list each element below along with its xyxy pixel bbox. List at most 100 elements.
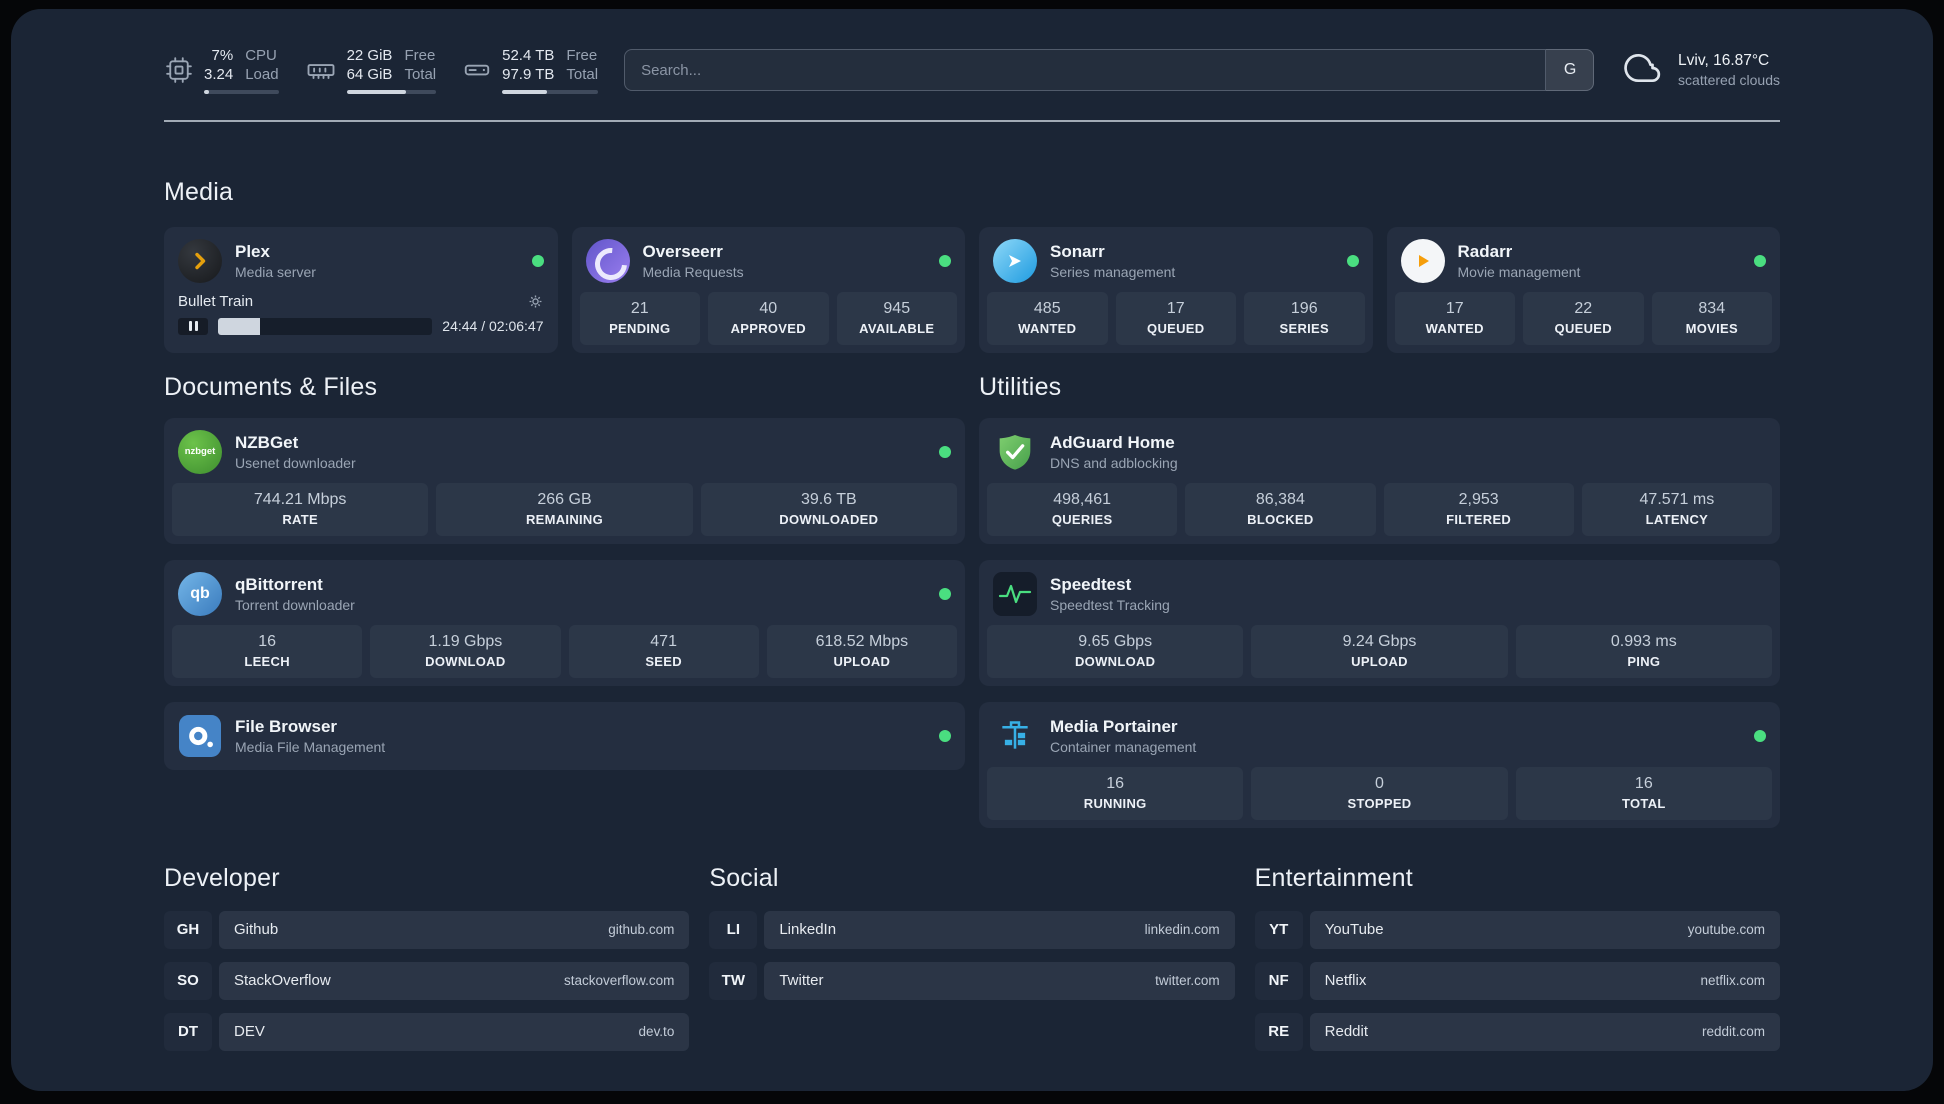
stat-tile: 0.993 ms PING	[1515, 624, 1772, 678]
filebrowser-icon	[178, 714, 222, 758]
stat-label: UPLOAD	[1351, 653, 1408, 669]
bookmark-abbr: NF	[1254, 961, 1303, 1000]
qbittorrent-card-header[interactable]: qb qBittorrent Torrent downloader	[172, 568, 957, 625]
service-card-overseerr: Overseerr Media Requests 21 PENDING 40 A…	[571, 226, 965, 353]
stat-value: 744.21 Mbps	[253, 490, 347, 508]
bookmark-twitter[interactable]: TW Twitter twitter.com	[709, 961, 1235, 1000]
gear-icon[interactable]	[527, 293, 544, 310]
stat-tile: 1.19 Gbps DOWNLOAD	[370, 624, 561, 678]
stat-tile: 40 APPROVED	[708, 291, 829, 345]
bookmark-stackoverflow[interactable]: SO StackOverflow stackoverflow.com	[164, 961, 690, 1000]
nzbget-card-header[interactable]: nzbget NZBGet Usenet downloader	[172, 426, 957, 483]
bookmark-youtube[interactable]: YT YouTube youtube.com	[1254, 910, 1780, 949]
stat-value: 498,461	[1053, 490, 1112, 508]
radarr-card-header[interactable]: Radarr Movie management	[1395, 235, 1773, 292]
bookmark-dev[interactable]: DT DEV dev.to	[164, 1012, 690, 1051]
stat-label: RUNNING	[1083, 795, 1147, 811]
status-dot	[939, 445, 951, 458]
disk-free-value: 52.4 TB	[502, 47, 555, 64]
disk-total-label: Total	[566, 66, 599, 84]
stat-tile: 86,384 BLOCKED	[1185, 482, 1376, 536]
section-heading-documents: Documents & Files	[164, 372, 378, 401]
bookmark-abbr: RE	[1254, 1012, 1303, 1051]
status-dot	[1754, 729, 1766, 742]
service-subtitle: Series management	[1050, 263, 1176, 280]
stat-value: 266 GB	[537, 490, 592, 508]
bookmark-abbr: GH	[164, 910, 212, 949]
service-subtitle: Movie management	[1457, 263, 1581, 280]
bookmark-domain: dev.to	[638, 1024, 675, 1040]
overseerr-icon	[585, 238, 630, 283]
service-name: Plex	[235, 241, 270, 261]
stat-value: 471	[650, 632, 677, 650]
bookmark-domain: netflix.com	[1700, 973, 1765, 989]
section-heading-entertainment: Entertainment	[1254, 863, 1413, 892]
radarr-icon	[1400, 238, 1445, 283]
cpu-progress-bar	[204, 89, 279, 94]
stat-tile: 16 LEECH	[172, 624, 363, 678]
pause-button[interactable]	[178, 317, 208, 335]
cpu-usage-label: CPU	[245, 47, 277, 64]
stat-tile: 618.52 Mbps UPLOAD	[766, 624, 957, 678]
disk-widget: 52.4 TB Free 97.9 TB Total	[462, 47, 599, 94]
overseerr-card-header[interactable]: Overseerr Media Requests	[580, 235, 958, 292]
search-bar: G	[624, 49, 1595, 92]
bookmarks-column-social: Social LI LinkedIn linkedin.com TW Twitt…	[709, 864, 1235, 1064]
service-card-speedtest: Speedtest Speedtest Tracking 9.65 Gbps D…	[979, 559, 1780, 686]
media-player-controls: 24:44 / 02:06:47	[172, 317, 550, 339]
bookmark-name: StackOverflow	[234, 972, 331, 990]
search-provider-button[interactable]: G	[1545, 49, 1595, 92]
cpu-icon	[164, 55, 194, 85]
stat-label: QUEUED	[1554, 320, 1612, 336]
stat-label: WANTED	[1018, 320, 1077, 336]
cpu-widget: 7% CPU 3.24 Load	[164, 47, 279, 94]
stat-tile: 744.21 Mbps RATE	[172, 482, 429, 536]
top-status-bar: 7% CPU 3.24 Load 22 GiB Free 64 GiB Tota…	[164, 47, 1780, 94]
stat-tile: 9.65 Gbps DOWNLOAD	[987, 624, 1244, 678]
stat-value: 39.6 TB	[800, 490, 857, 508]
stat-tile: 196 SERIES	[1244, 291, 1365, 345]
service-card-portainer: Media Portainer Container management 16 …	[979, 701, 1780, 828]
disk-total-value: 97.9 TB	[502, 66, 555, 84]
weather-condition: scattered clouds	[1678, 72, 1780, 89]
plex-card-header[interactable]: Plex Media server	[172, 235, 550, 292]
stat-label: RATE	[282, 511, 318, 527]
utilities-column: Utilities AdGuard Home DNS and adblockin…	[979, 373, 1780, 828]
bookmark-netflix[interactable]: NF Netflix netflix.com	[1254, 961, 1780, 1000]
stat-tile: 2,953 FILTERED	[1383, 482, 1574, 536]
bookmark-reddit[interactable]: RE Reddit reddit.com	[1254, 1012, 1780, 1051]
stat-label: PING	[1627, 653, 1661, 669]
stat-label: AVAILABLE	[859, 320, 935, 336]
sonarr-icon	[993, 238, 1037, 283]
status-dot	[1346, 254, 1359, 267]
bookmark-abbr: DT	[164, 1012, 212, 1051]
bookmark-abbr: SO	[164, 961, 212, 1000]
cloud-icon	[1620, 49, 1666, 92]
service-name: qBittorrent	[235, 574, 323, 594]
status-dot	[1754, 254, 1766, 267]
memory-total-value: 64 GiB	[346, 66, 393, 84]
speedtest-card-header[interactable]: Speedtest Speedtest Tracking	[987, 568, 1772, 625]
adguard-card-header[interactable]: AdGuard Home DNS and adblocking	[987, 426, 1772, 483]
bookmark-abbr: TW	[709, 961, 758, 1000]
search-input[interactable]	[624, 49, 1595, 92]
bookmark-github[interactable]: GH Github github.com	[164, 910, 690, 949]
stat-tile: 22 QUEUED	[1523, 291, 1644, 345]
stat-label: SERIES	[1279, 320, 1329, 336]
section-heading-developer: Developer	[164, 863, 280, 892]
stat-tile: 485 WANTED	[987, 291, 1108, 345]
portainer-card-header[interactable]: Media Portainer Container management	[987, 710, 1772, 767]
media-card-grid: Plex Media server Bullet Train 24:44 / 0…	[164, 226, 1780, 353]
filebrowser-card-header[interactable]: File Browser Media File Management	[172, 710, 957, 762]
bookmark-domain: reddit.com	[1701, 1024, 1765, 1040]
stat-tile: 17 QUEUED	[1115, 291, 1236, 345]
stat-label: LATENCY	[1645, 511, 1709, 527]
service-card-nzbget: nzbget NZBGet Usenet downloader 744.21 M…	[164, 417, 965, 544]
sonarr-card-header[interactable]: Sonarr Series management	[987, 235, 1365, 292]
stat-value: 21	[630, 299, 649, 317]
bookmark-name: LinkedIn	[779, 921, 837, 939]
playback-progress-bar	[218, 317, 433, 335]
service-card-plex: Plex Media server Bullet Train 24:44 / 0…	[164, 226, 558, 353]
bookmark-linkedin[interactable]: LI LinkedIn linkedin.com	[709, 910, 1235, 949]
stat-tile: 47.571 ms LATENCY	[1581, 482, 1772, 536]
